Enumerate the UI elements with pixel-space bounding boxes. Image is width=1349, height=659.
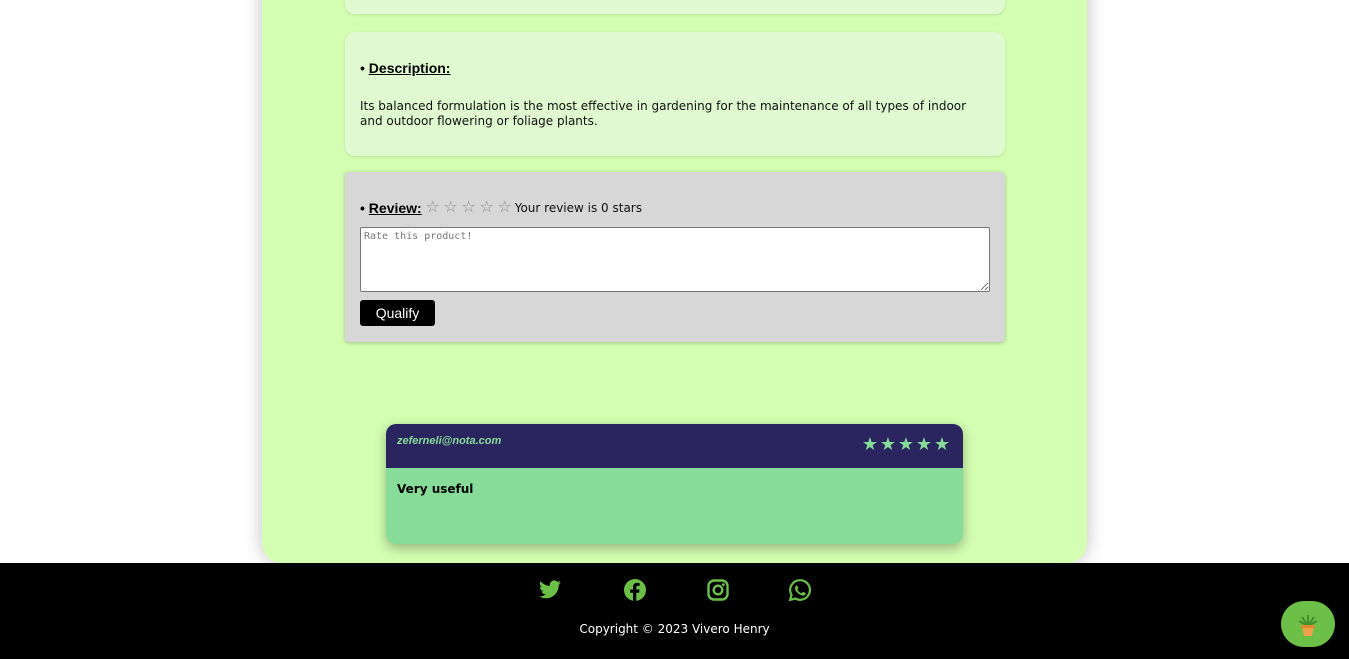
qualify-button[interactable]: Qualify [360,300,435,326]
review-card: • Review: ☆ ☆ ☆ ☆ ☆ Your review is 0 sta… [345,172,1005,342]
footer: Copyright © 2023 Vivero Henry [0,563,1349,659]
rating-star-3[interactable]: ☆ [460,200,478,216]
description-heading: • Description: [360,60,450,76]
rating-star-2[interactable]: ☆ [442,200,460,216]
comment-rating: ★ ★ ★ ★ ★ [861,433,951,455]
whatsapp-icon-graphic [788,579,811,602]
review-comment-card: zeferneli@nota.com ★ ★ ★ ★ ★ Very useful [386,424,963,544]
comment-author-email: zeferneli@nota.com [397,435,502,447]
comment-star-icon: ★ [897,434,915,454]
potted-plant-icon [1298,615,1318,636]
whatsapp-icon[interactable] [788,578,812,602]
comment-header: zeferneli@nota.com ★ ★ ★ ★ ★ [386,424,963,468]
description-card: • Description: Its balanced formulation … [345,32,1005,156]
twitter-icon-graphic [539,580,561,599]
review-row: • Review: ☆ ☆ ☆ ☆ ☆ Your review is 0 sta… [360,199,642,217]
comment-text: Very useful [397,482,474,496]
instagram-icon[interactable] [706,578,730,602]
instagram-icon-graphic [707,579,729,601]
comment-star-icon: ★ [861,434,879,454]
review-textarea[interactable] [360,227,990,292]
rating-star-4[interactable]: ☆ [478,200,496,216]
review-title: Review: [368,200,422,216]
description-bullet: • [360,60,365,76]
comment-star-icon: ★ [879,434,897,454]
rating-star-1[interactable]: ☆ [424,200,442,216]
description-text: Its balanced formulation is the most eff… [360,99,967,128]
comment-star-icon: ★ [933,434,951,454]
plant-cart-button[interactable] [1281,601,1335,647]
twitter-icon[interactable] [538,578,562,602]
description-title: Description: [368,60,451,76]
review-status-text: Your review is 0 stars [514,201,642,215]
facebook-icon[interactable] [623,578,647,602]
copyright-text: Copyright © 2023 Vivero Henry [579,622,770,636]
previous-section-card [345,0,1005,14]
comment-star-icon: ★ [915,434,933,454]
review-heading: • Review: [360,200,422,216]
rating-star-5[interactable]: ☆ [496,200,514,216]
facebook-icon-graphic [624,579,646,601]
review-bullet: • [360,200,365,216]
comment-body: Very useful [386,468,963,544]
